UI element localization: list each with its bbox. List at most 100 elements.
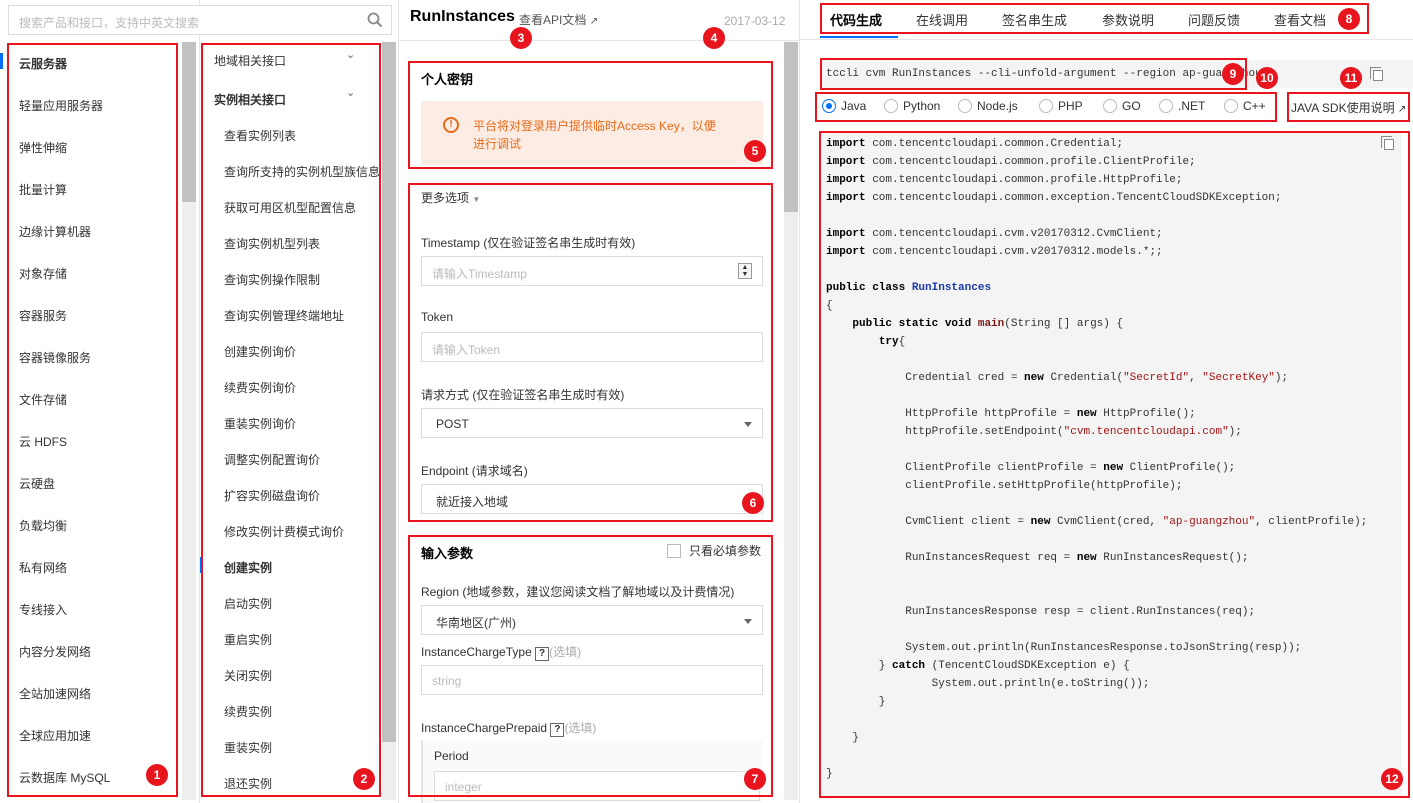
number-stepper-icon[interactable]: ▲ ▼ [738,263,752,279]
interface-item[interactable]: 续费实例询价 [224,379,296,396]
method-select[interactable]: POST [421,408,763,438]
product-item[interactable]: 全球应用加速 [19,727,91,744]
interface-item[interactable]: 退还实例 [224,775,272,792]
interface-item[interactable]: 修改实例计费模式询价 [224,523,344,540]
interface-item-active[interactable]: 创建实例 [224,559,272,576]
lang-php[interactable]: PHP [1039,99,1083,113]
product-item[interactable]: 云硬盘 [19,475,55,492]
interface-item[interactable]: 重启实例 [224,631,272,648]
divider [800,39,1413,40]
lang-label: Node.js [977,99,1018,113]
cli-command-box: tccli cvm RunInstances --cli-unfold-argu… [822,60,1413,88]
interface-item[interactable]: 重装实例 [224,739,272,756]
radio-icon[interactable] [884,99,898,113]
interface-list: 地域相关接口 ⌄ 实例相关接口 ⌄ 查看实例列表 查询所支持的实例机型族信息 获… [200,42,398,803]
product-item[interactable]: 轻量应用服务器 [19,97,103,114]
product-item[interactable]: 批量计算 [19,181,67,198]
interface-item[interactable]: 启动实例 [224,595,272,612]
select-arrow-icon [744,619,752,624]
code-block[interactable]: import com.tencentcloudapi.common.Creden… [822,133,1402,798]
copy-icon[interactable] [1370,67,1383,81]
product-item[interactable]: 文件存储 [19,391,67,408]
chevron-down-icon[interactable]: ⌄ [346,86,355,99]
product-item[interactable]: 负载均衡 [19,517,67,534]
divider [399,40,799,41]
interface-item[interactable]: 重装实例询价 [224,415,296,432]
checkbox-icon[interactable] [667,544,681,558]
lang-go[interactable]: GO [1103,99,1141,113]
help-icon[interactable]: ? [550,723,565,737]
interface-item[interactable]: 调整实例配置询价 [224,451,320,468]
interface-item[interactable]: 获取可用区机型配置信息 [224,199,356,216]
product-item[interactable]: 边缘计算机器 [19,223,91,240]
prepaid-label: InstanceChargePrepaid ? (选填) [421,719,596,737]
interface-item[interactable]: 续费实例 [224,703,272,720]
lang-cpp[interactable]: C++ [1224,99,1266,113]
more-options-toggle[interactable]: 更多选项 ▼ [421,189,480,206]
sdk-doc-link[interactable]: JAVA SDK使用说明 ↗ [1291,99,1406,116]
interface-item[interactable]: 创建实例询价 [224,343,296,360]
scrollbar-thumb[interactable] [182,42,196,202]
timestamp-label: Timestamp (仅在验证签名串生成时有效) [421,236,636,250]
product-scrollbar[interactable] [182,42,196,800]
lang-java[interactable]: Java [822,99,866,113]
product-item[interactable]: 专线接入 [19,601,67,618]
interface-item[interactable]: 扩容实例磁盘询价 [224,487,320,504]
search-input[interactable]: 搜索产品和接口，支持中英文搜索 [8,5,392,35]
radio-icon[interactable] [1224,99,1238,113]
product-item[interactable]: 云服务器 [19,55,67,72]
interface-item[interactable]: 查询所支持的实例机型族信息 [224,163,380,180]
timestamp-placeholder: 请输入Timestamp [432,267,527,281]
product-item[interactable]: 云 HDFS [19,433,67,450]
radio-icon[interactable] [1159,99,1173,113]
token-input[interactable]: 请输入Token [421,332,763,362]
active-tab-underline [820,36,898,38]
radio-icon[interactable] [822,99,836,113]
radio-icon[interactable] [1039,99,1053,113]
scrollbar-thumb[interactable] [382,42,396,742]
product-item[interactable]: 容器镜像服务 [19,349,91,366]
product-item[interactable]: 内容分发网络 [19,643,91,660]
params-scrollbar[interactable] [784,42,798,800]
interface-item[interactable]: 查询实例管理终端地址 [224,307,344,324]
period-input[interactable]: integer [434,771,760,801]
tab-docs[interactable]: 查看文档 [1274,10,1326,29]
endpoint-value: 就近接入地域 [436,495,509,509]
scrollbar-thumb[interactable] [784,42,798,212]
product-item[interactable]: 容器服务 [19,307,67,324]
interface-item[interactable]: 查看实例列表 [224,127,296,144]
product-item[interactable]: 私有网络 [19,559,67,576]
charge-type-input[interactable]: string [421,665,763,695]
interface-group-instance[interactable]: 实例相关接口 [214,91,286,108]
radio-icon[interactable] [1103,99,1117,113]
token-label: Token [421,310,454,324]
interface-item[interactable]: 查询实例操作限制 [224,271,320,288]
tab-code-gen[interactable]: 代码生成 [830,10,882,29]
lang-dotnet[interactable]: .NET [1159,99,1205,113]
required-only-checkbox[interactable]: 只看必填参数 [667,542,761,559]
interface-group-region[interactable]: 地域相关接口 [214,52,286,69]
tab-signature[interactable]: 签名串生成 [1002,10,1067,29]
chevron-down-icon[interactable]: ⌄ [346,48,355,61]
help-icon[interactable]: ? [535,647,550,661]
api-doc-link[interactable]: 查看API文档 ↗ [519,11,598,28]
lang-python[interactable]: Python [884,99,940,113]
interface-scrollbar[interactable] [382,42,396,800]
copy-icon[interactable] [1381,136,1394,150]
interface-item[interactable]: 关闭实例 [224,667,272,684]
radio-icon[interactable] [958,99,972,113]
tab-param-desc[interactable]: 参数说明 [1102,10,1154,29]
lang-nodejs[interactable]: Node.js [958,99,1018,113]
region-select[interactable]: 华南地区(广州) [421,605,763,635]
timestamp-input[interactable]: 请输入Timestamp ▲ ▼ [421,256,763,286]
product-item[interactable]: 云数据库 MySQL [19,769,110,786]
tab-online-call[interactable]: 在线调用 [916,10,968,29]
product-item[interactable]: 对象存储 [19,265,67,282]
search-icon[interactable] [367,12,383,31]
interface-item[interactable]: 查询实例机型列表 [224,235,320,252]
endpoint-input[interactable]: 就近接入地域 [421,484,763,514]
tab-feedback[interactable]: 问题反馈 [1188,10,1240,29]
product-item[interactable]: 弹性伸缩 [19,139,67,156]
product-item[interactable]: 全站加速网络 [19,685,91,702]
warning-icon: ! [443,117,459,133]
